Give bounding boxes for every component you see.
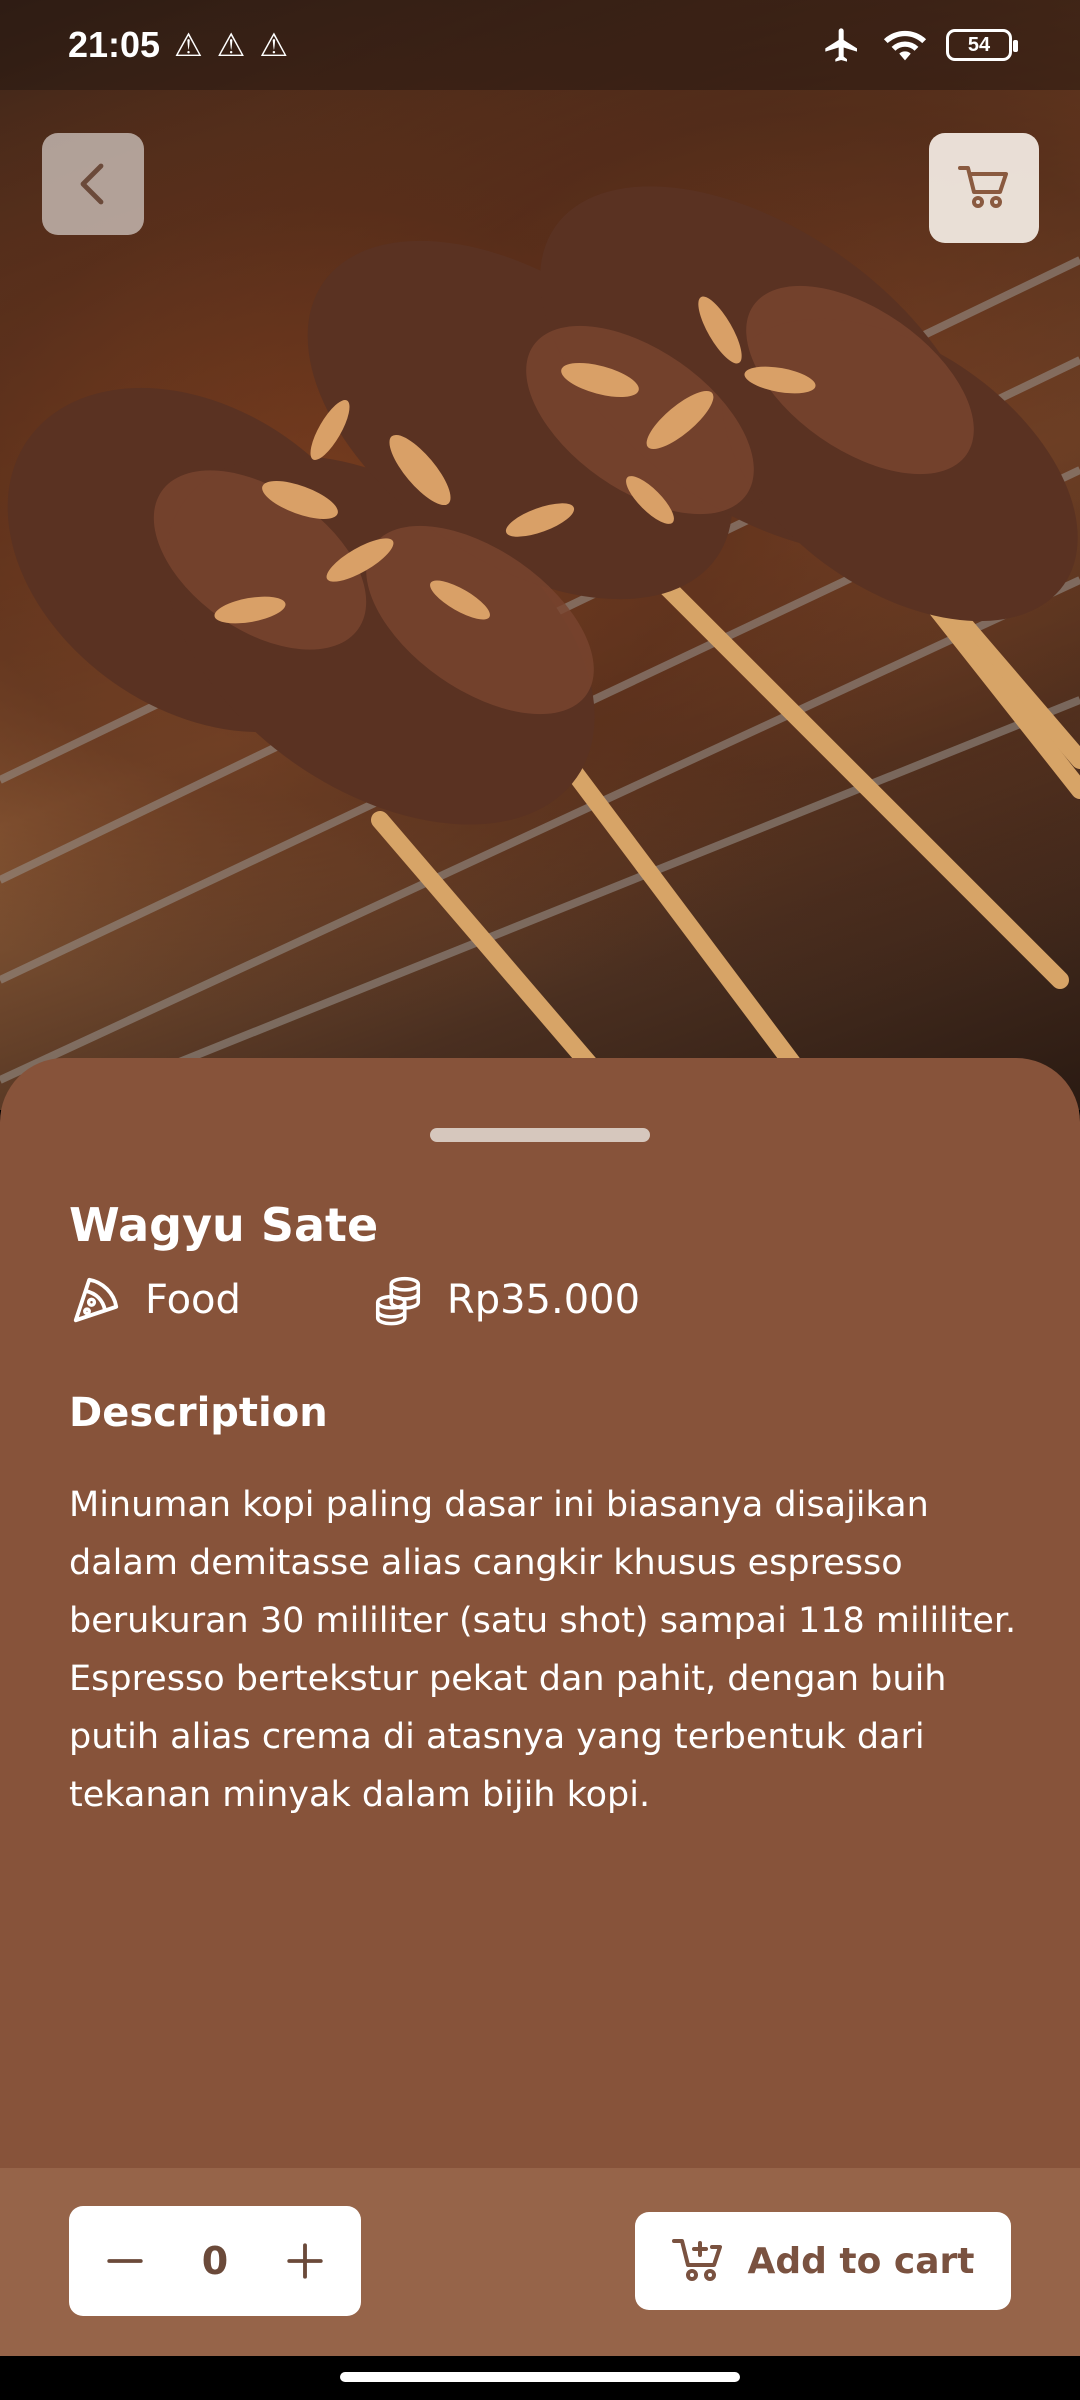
cart-button[interactable] [929, 133, 1039, 243]
quantity-value: 0 [201, 2239, 229, 2283]
warning-icon: ⚠ [259, 26, 289, 64]
add-to-cart-button[interactable]: Add to cart [635, 2212, 1011, 2310]
product-detail-sheet: Wagyu Sate Food Rp35.000 Description Min… [0, 1058, 1080, 2168]
cart-plus-icon [672, 2239, 723, 2281]
product-image [0, 0, 1080, 1110]
warning-icon: ⚠ [174, 26, 203, 64]
airplane-icon [825, 28, 857, 62]
product-price: Rp35.000 [371, 1273, 640, 1327]
quantity-stepper: 0 [69, 2206, 361, 2316]
product-category: Food [69, 1273, 241, 1327]
chevron-left-icon [80, 163, 104, 205]
category-label: Food [145, 1277, 241, 1323]
product-meta: Food Rp35.000 [69, 1273, 640, 1327]
description-heading: Description [69, 1390, 328, 1436]
status-bar: 21:05 ⚠ ⚠ ⚠ 54 [0, 0, 1080, 90]
increase-button[interactable] [270, 2226, 340, 2296]
status-time: 21:05 [68, 24, 161, 65]
home-indicator[interactable] [340, 2372, 740, 2382]
product-name: Wagyu Sate [69, 1198, 379, 1252]
price-label: Rp35.000 [446, 1277, 641, 1323]
plus-icon [287, 2243, 323, 2279]
description-text: Minuman kopi paling dasar ini biasanya d… [69, 1485, 1017, 1815]
battery-icon: 54 [946, 29, 1018, 61]
minus-icon [107, 2259, 143, 2263]
wifi-icon [883, 30, 927, 61]
cart-icon [958, 166, 1008, 208]
system-nav-bar [0, 2356, 1080, 2400]
warning-icon: ⚠ [216, 26, 246, 64]
sate-illustration [0, 186, 1080, 1110]
action-bar: 0 Add to cart [0, 2168, 1080, 2356]
coins-icon [375, 1276, 420, 1326]
sheet-drag-handle[interactable] [430, 1128, 650, 1142]
pizza-icon [73, 1277, 119, 1323]
back-button[interactable] [42, 133, 144, 235]
decrease-button[interactable] [90, 2226, 160, 2296]
add-to-cart-label: Add to cart [747, 2240, 975, 2282]
